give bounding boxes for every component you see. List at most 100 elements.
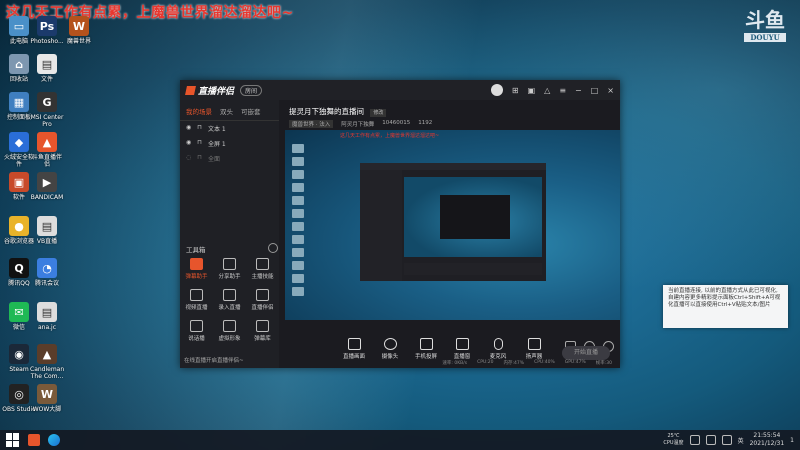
stream-meta: 魔兽世界 · 法入 阿灵月下独舞 10460015 1192 <box>283 117 620 131</box>
app-icon: W <box>37 384 57 404</box>
volume-icon[interactable] <box>721 435 732 445</box>
speaker-button[interactable]: 扬声器 <box>521 338 547 360</box>
app-icon: ▤ <box>37 302 57 322</box>
status-item: 速率: 0KB/s <box>442 361 468 366</box>
lock-icon[interactable]: ⊓ <box>197 139 202 148</box>
toolbox-item[interactable]: 说话播 <box>180 320 213 342</box>
toolbox-item[interactable]: 分享助手 <box>213 258 246 280</box>
bell-icon[interactable]: △ <box>544 86 550 95</box>
toolbox-item[interactable]: 直播伴侣 <box>246 289 279 311</box>
viewer-count: 1192 <box>418 120 433 126</box>
microphone-button[interactable]: 麦克风 <box>485 338 511 360</box>
app-icon: ◉ <box>9 344 29 364</box>
user-avatar[interactable] <box>490 84 503 96</box>
clip-icon[interactable]: ▣ <box>528 86 536 95</box>
layer-item[interactable]: ◉ ⊓ 全屏 1 <box>180 136 279 151</box>
tab-dual[interactable]: 双头 <box>220 106 233 116</box>
app-icon: ▣ <box>9 172 29 192</box>
status-bar: 速率: 0KB/s CPU:20 内存:47% CPU:40% GPU:47% … <box>283 360 620 366</box>
room-pill-button[interactable]: 房间 <box>240 84 263 96</box>
taskbar-douyu-icon[interactable] <box>28 434 40 446</box>
app-icon: ◎ <box>9 384 29 404</box>
app-icon: ▭ <box>9 16 29 36</box>
desktop-icon[interactable]: ▤ 文件 <box>30 54 64 83</box>
app-titlebar[interactable]: 直播伴侣 房间 ⊞ ▣ △ ≡ − □ × <box>180 80 620 100</box>
tool-icon <box>256 320 269 332</box>
maximize-icon[interactable]: □ <box>591 86 599 95</box>
desktop-icon[interactable]: Ps Photosho... <box>30 16 64 45</box>
preview-banner-text: 这几天工作有点累，上魔兽世界溜达溜达吧~ <box>340 133 440 139</box>
desktop-icon[interactable]: W WOW大脚 <box>30 384 64 413</box>
lock-icon[interactable]: ⊓ <box>197 124 202 133</box>
close-icon[interactable]: × <box>607 86 614 95</box>
play-window-icon <box>455 338 469 350</box>
network-icon[interactable] <box>705 435 716 445</box>
speaker-icon <box>527 338 541 350</box>
douyu-watermark-logo: 斗鱼 DOUYU <box>740 4 790 42</box>
system-tray: 25℃ CPU温度 英 21:55:54 2021/12/31 1 <box>663 432 800 448</box>
tool-label: 视频直播 <box>185 305 208 311</box>
taskbar-edge-icon[interactable] <box>48 434 60 446</box>
gift-icon[interactable]: ⊞ <box>512 86 519 95</box>
eye-icon[interactable]: ◌ <box>186 154 191 163</box>
clock[interactable]: 21:55:54 2021/12/31 <box>750 432 785 448</box>
tool-icon <box>223 289 236 301</box>
desktop-icon[interactable]: ▲ 斗鱼直播伴侣 <box>30 132 64 168</box>
desktop-icon-label: WOW大脚 <box>32 406 62 413</box>
tool-icon <box>190 289 203 301</box>
desktop-icon[interactable]: ▤ VB直播 <box>30 216 64 245</box>
lock-icon[interactable]: ⊓ <box>197 154 202 163</box>
douyu-live-companion-window: 直播伴侣 房间 ⊞ ▣ △ ≡ − □ × 我的场景 双头 可嵌套 ◉ ⊓ 文本 … <box>180 80 788 368</box>
desktop-icon-label: Photosho... <box>30 38 64 45</box>
toolbox-item[interactable]: 主播技能 <box>246 258 279 280</box>
go-live-button[interactable]: 开始直播 <box>562 346 610 360</box>
desktop-icon-label: VB直播 <box>36 238 58 245</box>
eye-icon[interactable]: ◉ <box>186 124 191 133</box>
layer-item[interactable]: ◉ ⊓ 文本 1 <box>180 121 279 136</box>
edit-title-button[interactable]: 修改 <box>370 109 387 117</box>
tab-nested[interactable]: 可嵌套 <box>241 106 261 116</box>
app-icon: ▲ <box>37 132 57 152</box>
tool-label: 主播技能 <box>251 274 274 280</box>
desktop-icon-label: MSI Center Pro <box>30 114 64 128</box>
desktop-icon[interactable]: ◔ 腾讯会议 <box>30 258 64 287</box>
toolbox-collapse-icon[interactable] <box>268 243 278 253</box>
category-tag[interactable]: 魔兽世界 · 法入 <box>289 120 334 128</box>
eye-icon[interactable]: ◉ <box>186 139 191 148</box>
chevron-up-icon[interactable] <box>689 435 700 445</box>
stream-preview[interactable]: 这几天工作有点累，上魔兽世界溜达溜达吧~ <box>285 130 620 320</box>
brand-name: 直播伴侣 <box>198 86 235 97</box>
status-item: 内存:47% <box>503 361 525 366</box>
input-method-indicator[interactable]: 英 <box>738 436 744 445</box>
desktop-icon[interactable]: ▤ ana.jc <box>30 302 64 331</box>
desktop-icon[interactable]: ▶ BANDICAM <box>30 172 64 201</box>
camera-button[interactable]: 摄像头 <box>377 338 403 360</box>
app-icon: ▦ <box>9 92 29 112</box>
left-panel: 我的场景 双头 可嵌套 ◉ ⊓ 文本 1 ◉ ⊓ 全屏 1 ◌ ⊓ 全面 工具箱 弹幕… <box>180 100 279 368</box>
toolbox-item[interactable]: 虚拟形象 <box>213 320 246 342</box>
weather-widget[interactable]: 25℃ CPU温度 <box>663 433 683 447</box>
toolbox-item[interactable]: 弹幕助手 <box>180 258 213 280</box>
desktop-icon[interactable]: ▲ Candleman The Com... <box>30 344 64 380</box>
app-icon: ▤ <box>37 216 57 236</box>
desktop-icon[interactable]: W 魔兽世界 <box>62 16 96 45</box>
desktop-icon-label: 魔兽世界 <box>66 38 91 45</box>
minimize-icon[interactable]: − <box>575 86 582 95</box>
tool-icon <box>256 289 269 301</box>
left-footer-tip: 在线直播开启直播伴侣~ <box>184 358 244 364</box>
streamer-name: 阿灵月下独舞 <box>341 122 375 128</box>
toolbox-item[interactable]: 录入直播 <box>213 289 246 311</box>
tab-my-scene[interactable]: 我的场景 <box>186 106 212 116</box>
start-button-icon[interactable] <box>6 433 20 447</box>
toolbox-item[interactable]: 视频直播 <box>180 289 213 311</box>
notification-count[interactable]: 1 <box>790 437 794 444</box>
phone-cast-button[interactable]: 手机投屏 <box>413 338 439 360</box>
screen-capture-button[interactable]: 直播画面 <box>341 338 367 360</box>
toolbox-item[interactable]: 弹幕库 <box>246 320 279 342</box>
layer-item[interactable]: ◌ ⊓ 全面 <box>180 151 279 166</box>
desktop-icon-label: Candleman The Com... <box>30 366 65 380</box>
live-window-button[interactable]: 直播窗 <box>449 338 475 360</box>
tip-popup: 当前直播连接, 以前的直播方式从此已可视化, 自建内容更多精彩提示面板Ctrl+… <box>663 285 788 328</box>
menu-icon[interactable]: ≡ <box>559 86 566 95</box>
desktop-icon[interactable]: G MSI Center Pro <box>30 92 64 128</box>
